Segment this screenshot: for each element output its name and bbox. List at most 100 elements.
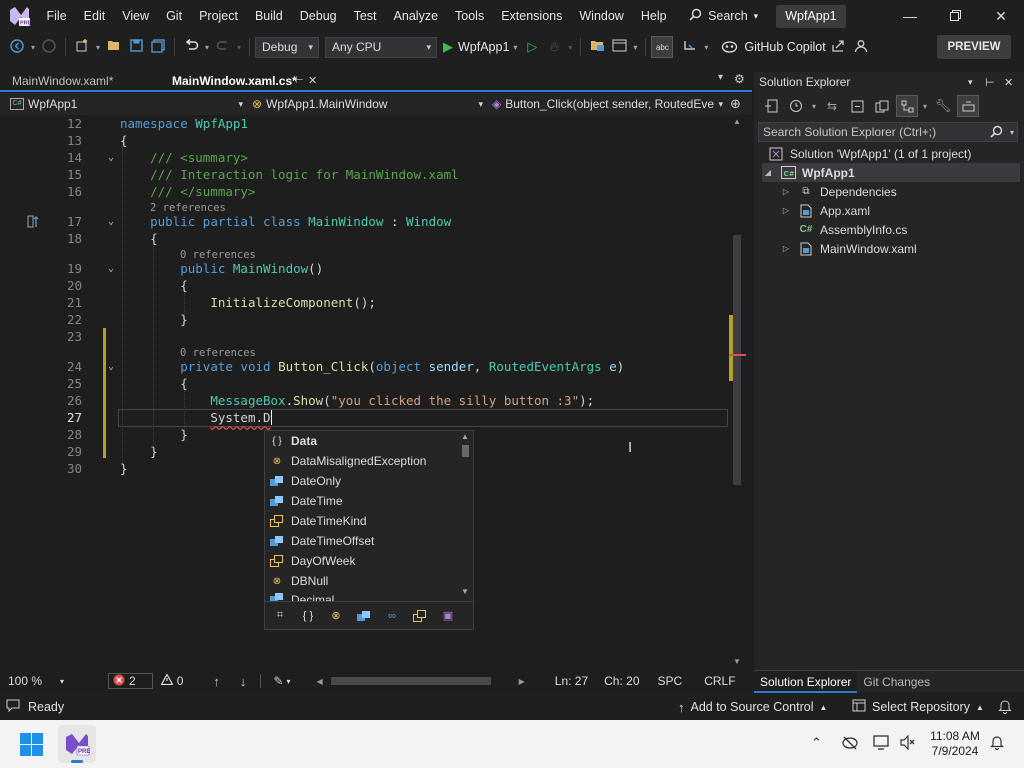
chevron-down-icon[interactable]: ▾ (93, 36, 103, 58)
completion-item[interactable]: DateOnly (265, 471, 458, 491)
menu-analyze[interactable]: Analyze (385, 0, 446, 32)
tree-item-dependencies[interactable]: ▷ ⧉ Dependencies (780, 182, 897, 201)
solution-explorer-folder-button[interactable] (586, 36, 608, 58)
scroll-up-arrow-icon[interactable]: ▲ (461, 432, 469, 441)
interface-filter-icon[interactable]: ∞ (383, 607, 401, 625)
scroll-left-arrow-icon[interactable]: ◀ (316, 677, 322, 686)
horizontal-scrollbar-thumb[interactable] (330, 677, 491, 685)
enum-filter-icon[interactable] (411, 607, 429, 625)
save-all-button[interactable] (147, 36, 169, 58)
fold-chevron-icon[interactable]: ⌄ (108, 149, 114, 166)
menu-view[interactable]: View (114, 0, 158, 32)
filter-pending-changes-icon[interactable] (896, 95, 918, 117)
tree-item-project[interactable]: ◢ C# WpfApp1 (762, 163, 1020, 182)
history-clock-icon[interactable] (785, 95, 807, 117)
menu-git[interactable]: Git (158, 0, 191, 32)
notification-bell-icon[interactable] (990, 735, 1004, 753)
line-ending-indicator[interactable]: CRLF (704, 674, 735, 688)
menu-test[interactable]: Test (345, 0, 385, 32)
show-all-files-icon[interactable] (871, 95, 893, 117)
collapsed-caret-icon[interactable]: ▷ (780, 187, 792, 196)
solution-platform-dropdown[interactable]: Any CPU ▾ (325, 36, 437, 58)
speaker-muted-icon[interactable] (900, 734, 916, 753)
solution-name-badge[interactable]: WpfApp1 (776, 4, 846, 28)
chevron-down-icon[interactable]: ▾ (921, 95, 929, 117)
pin-icon[interactable]: ⊢ (295, 72, 304, 90)
new-project-button[interactable] (71, 36, 93, 58)
collapsed-caret-icon[interactable]: ▷ (780, 206, 792, 215)
namespace-filter-icon[interactable]: { } (299, 607, 317, 625)
menu-project[interactable]: Project (191, 0, 247, 32)
tab-mainwindow-xaml-cs[interactable]: MainWindow.xaml.cs* ⊢ ✕ (160, 72, 320, 90)
menu-window[interactable]: Window (571, 0, 632, 32)
line-indicator[interactable]: Ln: 27 (555, 674, 588, 688)
live-share-button[interactable] (679, 36, 701, 58)
chevron-down-icon[interactable]: ▾ (1010, 128, 1014, 137)
scrollbar-thumb[interactable] (462, 445, 469, 457)
chevron-down-icon[interactable]: ▾ (630, 36, 640, 58)
tree-item-mainwindow-xaml[interactable]: ▷ MainWindow.xaml (780, 239, 917, 258)
scrollbar-thumb[interactable] (733, 235, 741, 485)
close-tab-icon[interactable]: ✕ (308, 72, 317, 90)
tab-solution-explorer[interactable]: Solution Explorer (754, 670, 858, 693)
search-button[interactable]: Search ▾ (689, 0, 758, 32)
restore-button[interactable] (932, 0, 978, 32)
notifications-bell-icon[interactable] (998, 699, 1012, 717)
visual-studio-taskbar-icon[interactable]: PRE (58, 725, 96, 763)
next-issue-arrow-icon[interactable]: ↓ (240, 674, 247, 689)
menu-file[interactable]: File (38, 0, 75, 32)
navigate-back-button[interactable] (6, 36, 28, 58)
fold-chevron-icon[interactable]: ⌄ (108, 358, 114, 375)
tab-list-dropdown-icon[interactable]: ▾ (718, 72, 723, 83)
collapse-all-icon[interactable] (846, 95, 868, 117)
tab-git-changes[interactable]: Git Changes (857, 671, 936, 693)
windows-start-icon[interactable] (20, 733, 43, 759)
type-dropdown[interactable]: ⊗ WpfApp1.MainWindow ▾ (246, 95, 486, 114)
member-dropdown[interactable]: ◈ Button_Click(object sender, RoutedEve … (486, 95, 726, 114)
completion-item[interactable]: ⊗ DataMisalignedException (265, 451, 458, 471)
completion-item[interactable]: DayOfWeek (265, 551, 458, 571)
tab-mainwindow-xaml[interactable]: MainWindow.xaml* (0, 72, 160, 90)
menu-help[interactable]: Help (632, 0, 675, 32)
start-debugging-button[interactable]: ▶ WpfApp1 (443, 39, 509, 55)
tree-item-assemblyinfo[interactable]: C# AssemblyInfo.cs (780, 220, 908, 239)
class-filter-icon[interactable]: ⊗ (327, 607, 345, 625)
fold-chevron-icon[interactable]: ⌄ (108, 260, 114, 277)
menu-edit[interactable]: Edit (75, 0, 114, 32)
chevron-down-icon[interactable]: ▾ (701, 36, 711, 58)
navigate-forward-button[interactable] (38, 36, 60, 58)
collapsed-caret-icon[interactable]: ▷ (780, 244, 792, 253)
previous-issue-arrow-icon[interactable]: ↑ (213, 674, 220, 689)
select-repository-button[interactable]: Select Repository ▲ (852, 694, 984, 720)
save-button[interactable] (125, 36, 147, 58)
chevron-down-icon[interactable]: ▾ (28, 36, 38, 58)
project-dropdown[interactable]: C# WpfApp1 ▾ (0, 95, 246, 114)
column-indicator[interactable]: Ch: 20 (604, 674, 639, 688)
hot-reload-button[interactable]: 🔥︎ (543, 36, 565, 58)
window-position-dropdown-icon[interactable]: ▾ (968, 77, 973, 88)
error-count-button[interactable]: 2 (108, 673, 153, 689)
editor-vertical-scrollbar[interactable]: ▲ ▼ (729, 115, 746, 671)
solution-search-input[interactable]: Search Solution Explorer (Ctrl+;) ▾ (758, 122, 1018, 142)
split-window-icon[interactable]: ⊕ (730, 96, 741, 112)
chevron-down-icon[interactable]: ▾ (810, 95, 818, 117)
share-button[interactable] (828, 36, 850, 58)
solution-configuration-dropdown[interactable]: Debug ▾ (255, 36, 319, 58)
menu-debug[interactable]: Debug (291, 0, 345, 32)
clock[interactable]: 11:08 AM 7/9/2024 (929, 729, 981, 759)
completion-item[interactable]: ⊗ DBNull (265, 571, 458, 591)
preview-badge-button[interactable]: PREVIEW (937, 35, 1011, 59)
layout-button[interactable] (608, 36, 630, 58)
github-copilot-button[interactable]: GitHub Copilot (721, 39, 826, 56)
delegate-filter-icon[interactable]: ▣ (439, 607, 457, 625)
fold-chevron-icon[interactable]: ⌄ (108, 213, 114, 230)
completion-scrollbar[interactable]: ▲ ▼ (458, 431, 473, 601)
scroll-down-arrow-icon[interactable]: ▼ (733, 657, 741, 666)
chevron-down-icon[interactable]: ▾ (509, 36, 521, 58)
struct-filter-icon[interactable] (355, 607, 373, 625)
feedback-button[interactable] (850, 36, 872, 58)
scroll-up-arrow-icon[interactable]: ▲ (733, 117, 741, 126)
preview-selected-icon[interactable] (957, 95, 979, 117)
no-network-icon[interactable] (842, 736, 858, 753)
scroll-right-arrow-icon[interactable]: ▶ (519, 677, 525, 686)
